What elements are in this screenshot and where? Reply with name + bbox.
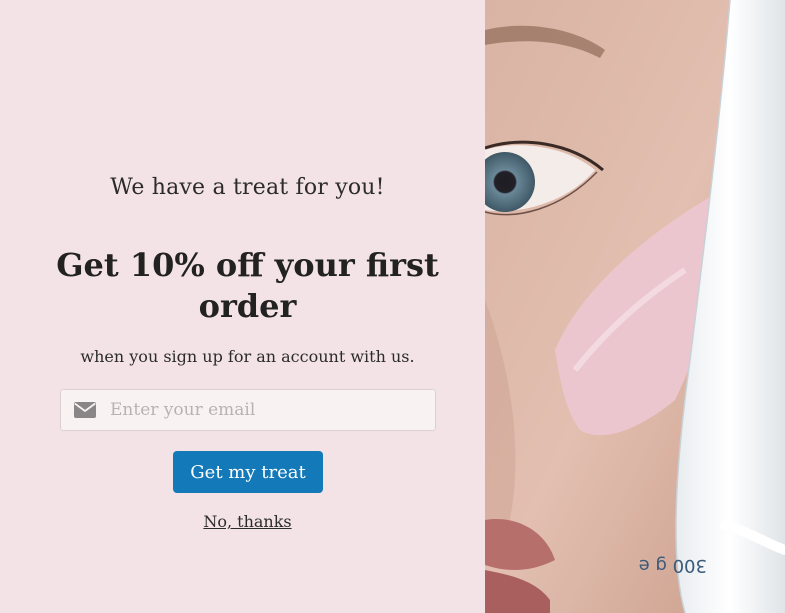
product-photo: 300 g e: [485, 0, 785, 613]
popup-subtext: when you sign up for an account with us.: [80, 347, 415, 366]
offer-panel: We have a treat for you! Get 10% off you…: [0, 0, 485, 613]
face-cream-image: 300 g e: [485, 0, 785, 613]
no-thanks-link[interactable]: No, thanks: [0, 512, 495, 531]
email-field[interactable]: [60, 389, 436, 431]
get-treat-button[interactable]: Get my treat: [173, 451, 323, 493]
popup-headline: Get 10% off your first order: [56, 246, 439, 325]
signup-popup: We have a treat for you! Get 10% off you…: [0, 0, 785, 613]
email-input[interactable]: [110, 390, 435, 430]
tube-label: 300 g e: [639, 555, 707, 576]
envelope-icon: [74, 402, 96, 418]
popup-eyebrow: We have a treat for you!: [110, 175, 385, 200]
